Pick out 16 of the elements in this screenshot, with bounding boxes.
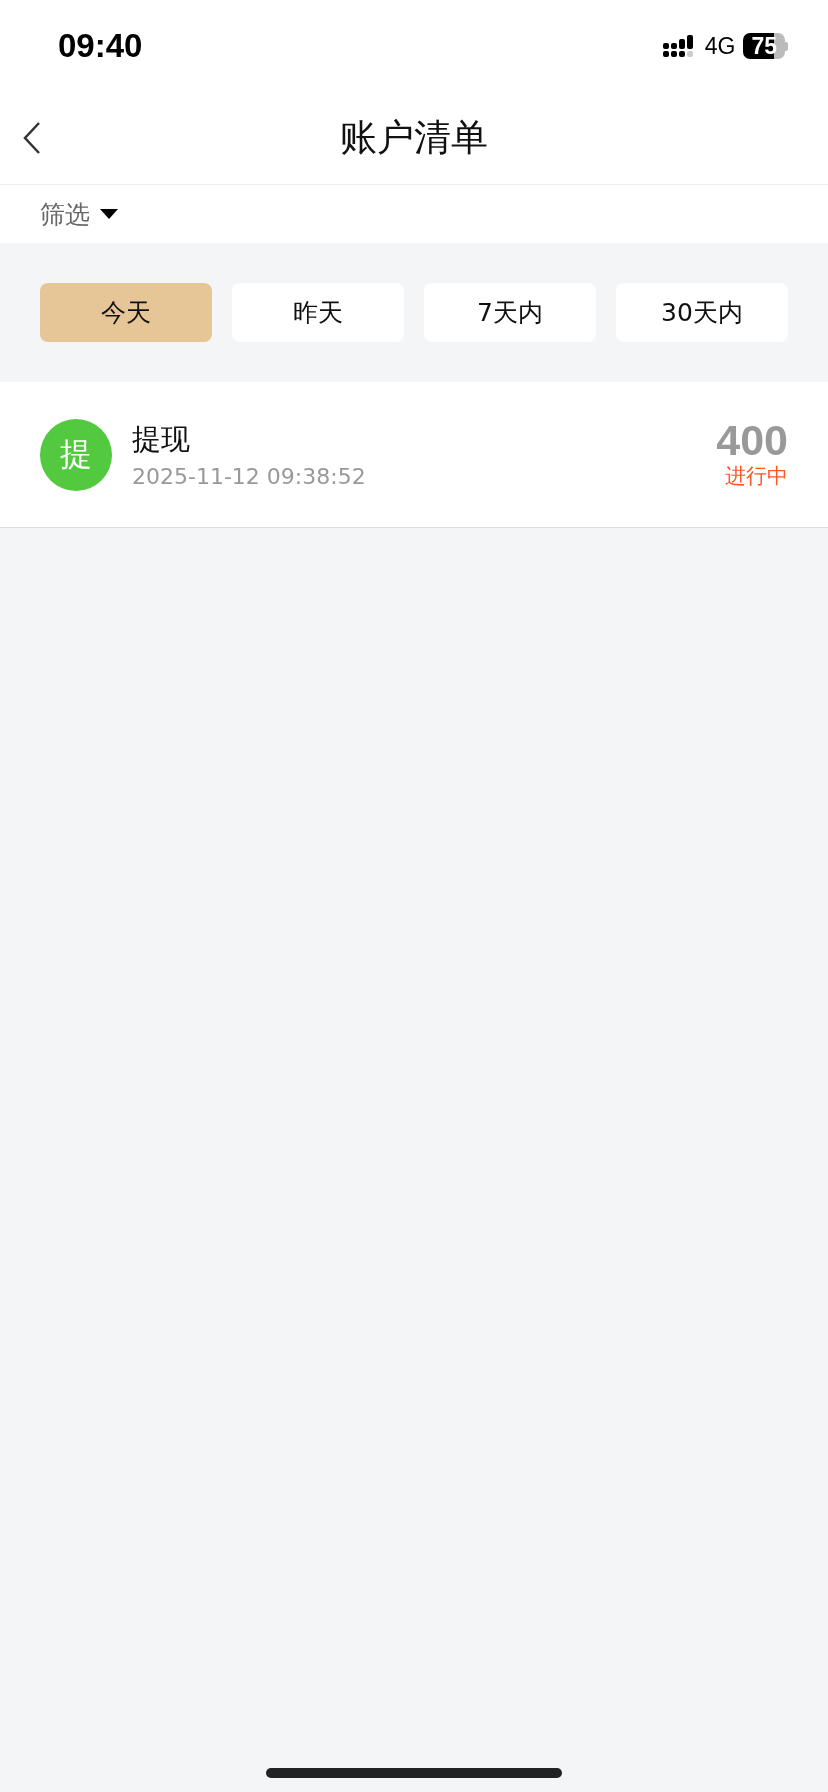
back-icon[interactable] bbox=[22, 121, 42, 155]
record-title: 提现 bbox=[132, 421, 191, 458]
page-title: 账户清单 bbox=[340, 115, 488, 161]
record-time: 2025-11-12 09:38:52 bbox=[132, 464, 367, 489]
caret-icon bbox=[100, 209, 118, 219]
record-row[interactable]: 提 提现 2025-11-12 09:38:52 400 进行中 bbox=[0, 382, 828, 528]
date-tab[interactable]: 30天内 bbox=[616, 283, 788, 342]
date-tab[interactable]: 7天内 bbox=[424, 283, 596, 342]
date-tab[interactable]: 今天 bbox=[40, 283, 212, 342]
network-label: 4G bbox=[704, 32, 736, 60]
status-time: 09:40 bbox=[58, 27, 143, 65]
filter-dropdown[interactable]: 筛选 bbox=[0, 185, 828, 243]
record-amount: 400 bbox=[716, 419, 788, 462]
record-status: 进行中 bbox=[725, 463, 788, 490]
avatar: 提 bbox=[40, 418, 112, 491]
date-tab[interactable]: 昨天 bbox=[232, 283, 404, 342]
